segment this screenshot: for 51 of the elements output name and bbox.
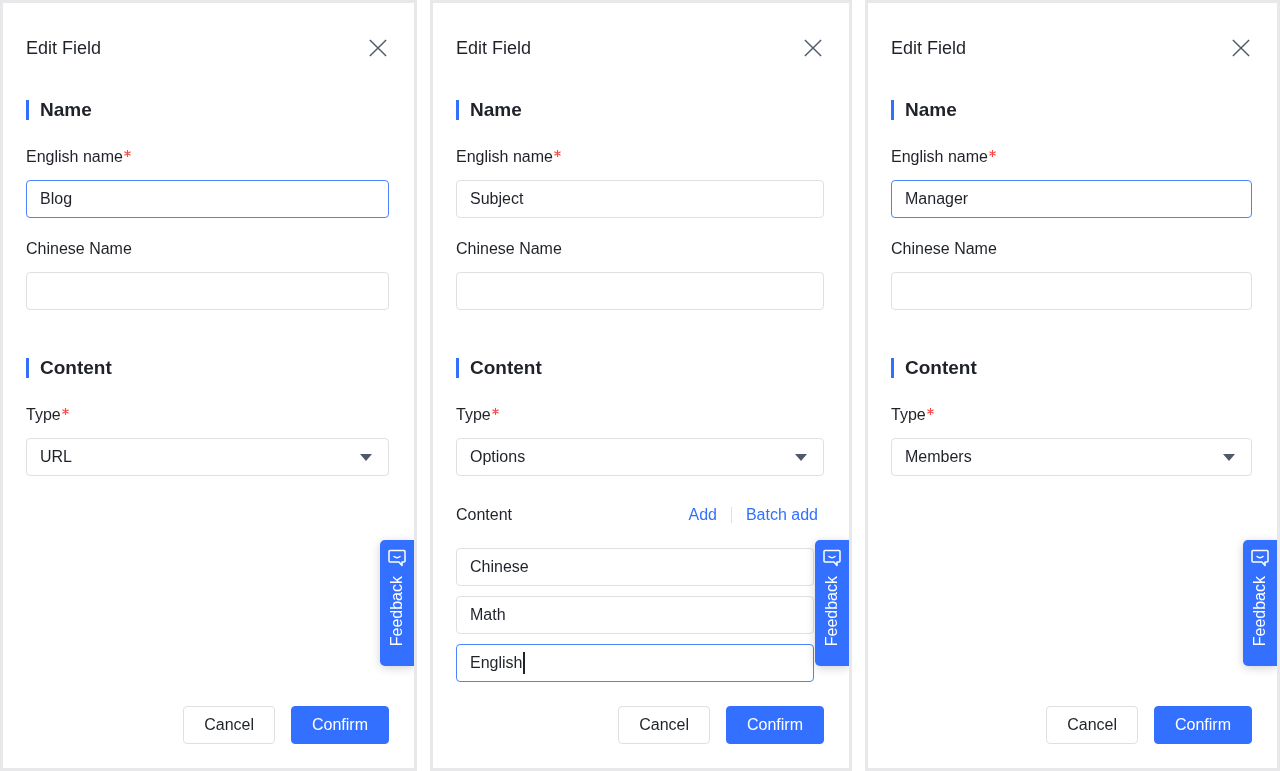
field-label: Chinese Name <box>891 239 997 259</box>
cancel-button[interactable]: Cancel <box>1046 706 1138 744</box>
chat-bubble-icon <box>388 549 406 567</box>
action-link[interactable]: Add <box>688 503 717 527</box>
close-icon[interactable] <box>1232 39 1250 57</box>
section-heading: Name <box>26 100 92 120</box>
section-heading: Name <box>891 100 957 120</box>
field-label: Type <box>26 405 61 425</box>
option-input[interactable]: Math <box>456 596 814 634</box>
section-heading: Content <box>26 358 112 378</box>
field-label: Chinese Name <box>26 239 132 259</box>
text-input[interactable]: Manager <box>891 180 1252 218</box>
text-input[interactable]: Blog <box>26 180 389 218</box>
field-label: Type <box>891 405 926 425</box>
text-input[interactable]: Subject <box>456 180 824 218</box>
action-link[interactable]: Batch add <box>745 503 818 527</box>
dialog-title: Edit Field <box>26 37 102 60</box>
field-label: Type <box>456 405 491 425</box>
option-input[interactable]: English <box>456 644 814 682</box>
section-heading: Content <box>456 358 542 378</box>
feedback-tab[interactable]: Feedback <box>1243 540 1277 666</box>
section-heading: Content <box>891 358 977 378</box>
field-label: Content <box>456 505 513 525</box>
feedback-tab[interactable]: Feedback <box>380 540 414 666</box>
section-heading: Name <box>456 100 522 120</box>
cancel-button[interactable]: Cancel <box>618 706 710 744</box>
chat-bubble-icon <box>823 549 841 567</box>
field-label: English name <box>456 147 553 167</box>
confirm-button[interactable]: Confirm <box>291 706 389 744</box>
field-label: English name <box>891 147 988 167</box>
text-input[interactable] <box>891 272 1252 310</box>
select-field[interactable]: Members <box>891 438 1252 476</box>
close-icon[interactable] <box>369 39 387 57</box>
feedback-tab[interactable]: Feedback <box>815 540 849 666</box>
field-label: English name <box>26 147 123 167</box>
confirm-button[interactable]: Confirm <box>1154 706 1252 744</box>
option-input[interactable]: Chinese <box>456 548 814 586</box>
close-icon[interactable] <box>804 39 822 57</box>
chat-bubble-icon <box>1251 549 1269 567</box>
caret-icon <box>1223 453 1235 461</box>
text-input[interactable] <box>456 272 824 310</box>
cancel-button[interactable]: Cancel <box>183 706 275 744</box>
select-field[interactable]: URL <box>26 438 389 476</box>
dialog-title: Edit Field <box>891 37 967 60</box>
confirm-button[interactable]: Confirm <box>726 706 824 744</box>
dialog-title: Edit Field <box>456 37 532 60</box>
text-input[interactable] <box>26 272 389 310</box>
select-field[interactable]: Options <box>456 438 824 476</box>
field-label: Chinese Name <box>456 239 562 259</box>
caret-icon <box>360 453 372 461</box>
caret-icon <box>795 453 807 461</box>
